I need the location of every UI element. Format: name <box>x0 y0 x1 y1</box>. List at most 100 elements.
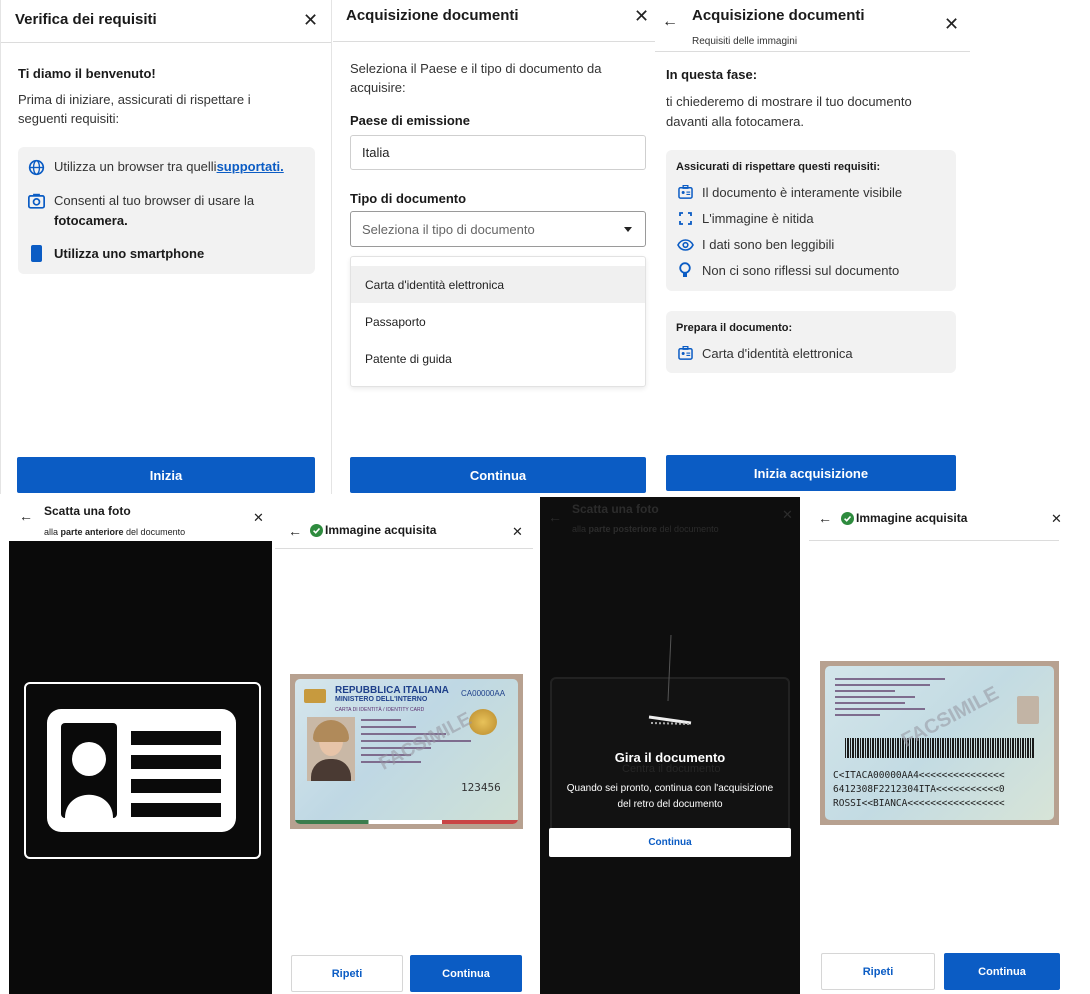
card-number: CA00000AA <box>461 689 506 698</box>
subtitle-suffix: del documento <box>657 524 719 534</box>
mrz-line-2: 6412308F2212304ITA<<<<<<<<<<<0 <box>833 784 1005 795</box>
dropdown-option-id-card[interactable]: Carta d'identità elettronica <box>351 266 645 303</box>
holder-hair <box>313 720 349 742</box>
camera-viewfinder <box>9 541 272 994</box>
id-card-surface: REPUBBLICA ITALIANA MINISTERO DELL'INTER… <box>295 679 518 824</box>
page-title: Acquisizione documenti <box>346 7 519 24</box>
smartphone-icon <box>31 245 42 262</box>
document-frame-guide <box>24 682 261 859</box>
page-title: Verifica dei requisiti <box>15 11 157 28</box>
continue-button[interactable]: Continua <box>410 955 522 992</box>
flip-card-icon <box>647 715 695 727</box>
dropdown-option-passport[interactable]: Passaporto <box>351 303 645 340</box>
requirement-readable: I dati sono ben leggibili <box>702 237 835 252</box>
screenshot-collage: Verifica dei requisiti ✕ Ti diamo il ben… <box>0 0 1090 994</box>
phase-heading: In questa fase: <box>666 67 758 82</box>
start-capture-button[interactable]: Inizia acquisizione <box>666 455 956 491</box>
document-type-placeholder: Seleziona il tipo di documento <box>362 221 535 237</box>
id-card-back-image: FACSIMILE C<ITACA00000AA4<<<<<<<<<<<<<<<… <box>820 661 1059 825</box>
camera-requirement-line-2: fotocamera. <box>54 213 128 228</box>
overlay-line-1: Quando sei pronto, continua con l'acquis… <box>566 783 774 794</box>
country-field[interactable]: Italia <box>350 135 646 170</box>
lightbulb-icon <box>679 262 691 278</box>
retry-button[interactable]: Ripeti <box>291 955 403 992</box>
check-circle-icon <box>841 512 854 525</box>
header-divider <box>1 42 331 43</box>
card-type: CARTA DI IDENTITÀ / IDENTITY CARD <box>335 707 425 713</box>
check-circle-icon <box>310 524 323 537</box>
close-icon[interactable]: ✕ <box>512 525 523 538</box>
back-arrow-icon[interactable]: ← <box>818 511 832 525</box>
requirements-panel: Verifica dei requisiti ✕ Ti diamo il ben… <box>0 0 332 494</box>
subtitle-emphasis: parte anteriore <box>60 527 124 537</box>
back-arrow-icon[interactable]: ← <box>19 509 33 523</box>
image-requirements-panel: ← Acquisizione documenti Requisiti delle… <box>655 0 977 494</box>
intro-line-2: seguenti requisiti: <box>18 111 120 126</box>
page-title: Immagine acquisita <box>856 511 968 525</box>
card-header-1: REPUBBLICA ITALIANA <box>335 685 449 696</box>
prepare-heading: Prepara il documento: <box>676 322 793 334</box>
card-stripe <box>295 820 518 824</box>
overlay-line-2: del retro del documento <box>617 799 723 810</box>
camera-requirement-line-1: Consenti al tuo browser di usare la <box>54 193 255 208</box>
subtitle-emphasis: parte posteriore <box>588 524 658 534</box>
requirements-card: Utilizza un browser tra quellisupportati… <box>18 147 315 274</box>
overlay-title: Gira il documento <box>614 750 726 765</box>
phase-line-1: ti chiederemo di mostrare il tuo documen… <box>666 94 912 109</box>
page-subtitle: alla parte posteriore del documento <box>572 524 719 534</box>
close-icon[interactable]: ✕ <box>944 15 959 33</box>
continue-button[interactable]: Continua <box>944 953 1060 990</box>
subtitle-suffix: del documento <box>123 527 186 537</box>
header-divider <box>333 41 655 42</box>
document-selection-panel: Acquisizione documenti ✕ Seleziona il Pa… <box>333 0 655 494</box>
country-label: Paese di emissione <box>350 113 470 128</box>
back-arrow-icon[interactable]: ← <box>548 510 562 524</box>
requirement-visible: Il documento è interamente visibile <box>702 185 903 200</box>
selection-prompt-line-1: Seleziona il Paese e il tipo di document… <box>350 61 602 76</box>
prepare-document-card: Prepara il documento: Carta d'identità e… <box>666 311 956 373</box>
holder-photo-small <box>1017 696 1039 724</box>
supported-browsers-link[interactable]: supportati. <box>217 159 284 174</box>
caret-down-icon <box>624 227 632 232</box>
id-card-icon <box>47 709 236 832</box>
barcode <box>845 738 1035 758</box>
browser-requirement: Utilizza un browser tra quellisupportati… <box>54 159 284 174</box>
close-icon[interactable]: ✕ <box>634 7 649 25</box>
page-subtitle: alla parte anteriore del documento <box>44 527 185 537</box>
header-divider <box>275 548 533 549</box>
continue-button[interactable]: Continua <box>350 457 646 493</box>
back-arrow-icon[interactable]: ← <box>288 524 302 538</box>
header-divider <box>809 540 1059 541</box>
close-icon[interactable]: ✕ <box>1051 512 1062 525</box>
close-icon[interactable]: ✕ <box>303 11 318 29</box>
requirement-sharp: L'immagine è nitida <box>702 211 814 226</box>
mrz-line-1: C<ITACA00000AA4<<<<<<<<<<<<<<< <box>833 770 1005 781</box>
eye-icon <box>677 239 694 251</box>
retry-button[interactable]: Ripeti <box>821 953 935 990</box>
flip-document-panel: ← Scatta una foto alla parte posteriore … <box>540 497 800 994</box>
requirement-no-reflections: Non ci sono riflessi sul documento <box>702 263 900 278</box>
dropdown-option-driving-license[interactable]: Patente di guida <box>351 340 645 377</box>
front-captured-panel: ← Immagine acquisita ✕ REPUBBLICA ITALIA… <box>275 497 533 994</box>
page-title: Scatta una foto <box>572 502 659 516</box>
back-arrow-icon[interactable]: ← <box>662 14 678 30</box>
document-type-select[interactable]: Seleziona il tipo di documento <box>350 211 646 247</box>
image-requirements-card: Assicurati di rispettare questi requisit… <box>666 150 956 291</box>
holder-shoulders <box>311 759 351 781</box>
subtitle-prefix: alla <box>44 527 61 537</box>
card-chip <box>304 689 326 703</box>
close-icon[interactable]: ✕ <box>253 511 264 524</box>
rotation-line-icon <box>664 633 676 703</box>
back-captured-panel: ← Immagine acquisita ✕ FACSIMILE C<ITACA… <box>809 497 1074 994</box>
camera-icon <box>28 193 45 209</box>
focus-frame-icon <box>679 212 692 225</box>
id-card-surface: FACSIMILE C<ITACA00000AA4<<<<<<<<<<<<<<<… <box>825 666 1054 820</box>
close-icon[interactable]: ✕ <box>782 508 793 521</box>
subtitle-prefix: alla <box>572 524 589 534</box>
continue-button[interactable]: Continua <box>549 828 791 857</box>
smartphone-requirement: Utilizza uno smartphone <box>54 246 205 261</box>
page-title: Scatta una foto <box>44 504 131 518</box>
holder-photo <box>307 717 355 781</box>
intro-line-1: Prima di iniziare, assicurati di rispett… <box>18 92 251 107</box>
start-button[interactable]: Inizia <box>17 457 315 493</box>
